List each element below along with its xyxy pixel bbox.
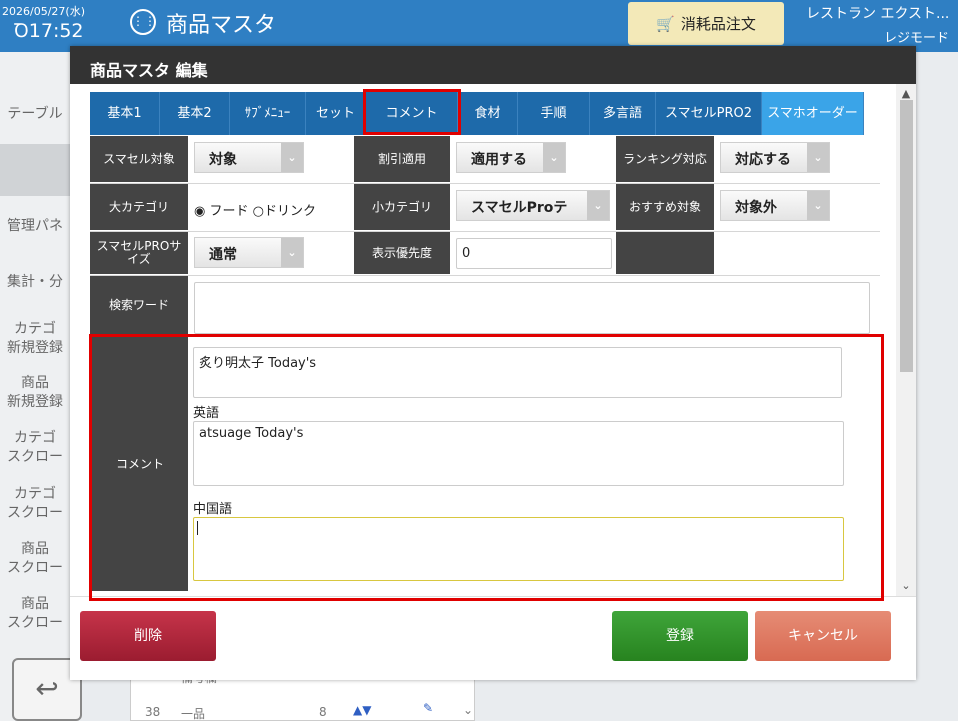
comment-chinese-input[interactable] (193, 517, 844, 581)
side-menu-category-scroll-1[interactable]: カテゴ (0, 428, 70, 449)
side-menu-spacer (0, 144, 70, 196)
ranking-value: 対応する (735, 152, 791, 168)
side-menu-category-scroll-3[interactable]: カテゴ (0, 484, 70, 505)
small-category-select[interactable]: スマセルProテ ⌄ (456, 190, 610, 221)
label-small-category: 小カテゴリ (354, 184, 450, 230)
tab-procedure[interactable]: 手順 (518, 92, 590, 135)
chevron-down-icon: ⌄ (807, 191, 829, 220)
comment-japanese-input[interactable]: 炙り明太子 Today's (193, 347, 842, 398)
chevron-down-icon: ⌄ (807, 143, 829, 172)
side-menu-product-scroll-4[interactable]: スクロー (0, 613, 70, 634)
chevron-down-icon: ⌄ (543, 143, 565, 172)
page-title: 商品マスタ (166, 13, 277, 38)
scrollbar-thumb[interactable] (900, 100, 913, 372)
label-search-word: 検索ワード (90, 276, 188, 334)
consumables-order-label: 消耗品注文 (680, 15, 756, 33)
side-menu-category-scroll-4[interactable]: スクロー (0, 503, 70, 524)
tab-basic2[interactable]: 基本2 (160, 92, 230, 135)
text-cursor (197, 521, 198, 535)
row-divider (90, 275, 880, 276)
english-label: 英語 (193, 406, 220, 421)
large-category-radio-group: ◉ フード ○ドリンク (194, 200, 316, 219)
discount-value: 適用する (471, 152, 527, 168)
empty-label-cell (616, 232, 714, 274)
label-ranking: ランキング対応 (616, 136, 714, 182)
radio-food-label: フード (209, 204, 249, 219)
small-category-value: スマセルProテ (471, 200, 568, 216)
ranking-select[interactable]: 対応する ⌄ (720, 142, 830, 173)
row-divider (90, 183, 880, 184)
tab-basic1[interactable]: 基本1 (90, 92, 160, 135)
label-large-category: 大カテゴリ (90, 184, 188, 230)
chevron-down-icon: ⌄ (281, 238, 303, 267)
side-menu-table[interactable]: テーブル (0, 104, 70, 125)
side-menu-category-new-2[interactable]: 新規登録 (0, 338, 70, 359)
side-menu-admin[interactable]: 管理パネ (0, 216, 70, 237)
table-row-count: 8 (319, 705, 327, 719)
search-word-input[interactable] (194, 282, 870, 334)
comment-english-input[interactable]: atsuage Today's (193, 421, 844, 486)
scroll-down-icon[interactable]: ⌄ (896, 576, 916, 596)
side-menu-product-scroll-1[interactable]: 商品 (0, 539, 70, 560)
save-button[interactable]: 登録 (612, 611, 748, 661)
smacell-size-value: 通常 (209, 247, 237, 263)
modal-title: 商品マスタ 編集 (70, 46, 916, 84)
side-menu-product-scroll-3[interactable]: 商品 (0, 594, 70, 615)
side-menu-report[interactable]: 集計・分 (0, 272, 70, 293)
cart-icon: 🛒 (656, 14, 675, 33)
chevron-down-icon: ⌄ (281, 143, 303, 172)
smacell-size-select[interactable]: 通常 ⌄ (194, 237, 304, 268)
tab-set[interactable]: セット (306, 92, 366, 135)
table-row-name: 一品 (181, 707, 206, 721)
row-divider (90, 231, 880, 232)
smacell-target-select[interactable]: 対象 ⌄ (194, 142, 304, 173)
side-menu-category-scroll-2[interactable]: スクロー (0, 447, 70, 468)
radio-food[interactable]: ◉ フード (194, 204, 249, 219)
side-menu-product-scroll-2[interactable]: スクロー (0, 558, 70, 579)
side-menu-product-new-1[interactable]: 商品 (0, 373, 70, 394)
table-row-no: 38 (145, 705, 161, 719)
register-mode: レジモード (884, 31, 950, 46)
chinese-label: 中国語 (193, 502, 233, 517)
consumables-order-button[interactable]: 🛒 消耗品注文 (628, 2, 784, 45)
time-display: Ꝺ17:52 (14, 20, 84, 42)
chevron-down-icon: ⌄ (587, 191, 609, 220)
tab-ingredients[interactable]: 食材 (458, 92, 518, 135)
side-menu-category-new-1[interactable]: カテゴ (0, 319, 70, 340)
modal-footer: 削除 登録 キャンセル (70, 596, 916, 680)
edit-icon[interactable]: ✎ (423, 701, 433, 715)
label-discount: 割引適用 (354, 136, 450, 182)
delete-button[interactable]: 削除 (80, 611, 216, 661)
label-smacell-size: スマセルPROサイズ (90, 232, 188, 274)
tab-submenu[interactable]: ｻﾌﾞﾒﾆｭｰ (230, 92, 306, 135)
chevron-down-icon[interactable]: ⌄ (463, 703, 473, 717)
label-comment: コメント (92, 337, 188, 591)
radio-drink-label: ドリンク (263, 204, 316, 219)
label-display-priority: 表示優先度 (354, 232, 450, 274)
cancel-button[interactable]: キャンセル (755, 611, 891, 661)
recommend-value: 対象外 (735, 200, 777, 216)
grid-circle-icon[interactable]: ⋮⋮ (130, 9, 156, 35)
smacell-target-value: 対象 (209, 152, 237, 168)
tab-multilingual[interactable]: 多言語 (590, 92, 656, 135)
discount-select[interactable]: 適用する ⌄ (456, 142, 566, 173)
tab-smartphone-order[interactable]: スマホオーダー (762, 92, 864, 135)
tab-smacell-pro2[interactable]: スマセルPRO2 (656, 92, 762, 135)
top-bar: 2026/05/27(水) Ꝺ17:52 ⋮⋮ 商品マスタ 🛒 消耗品注文 レス… (0, 0, 958, 52)
tab-comment[interactable]: コメント (366, 92, 458, 135)
modal-scrollbar[interactable]: ▲ ⌄ (896, 84, 916, 596)
store-name: レストラン エクスト... (806, 6, 950, 22)
radio-drink[interactable]: ○ドリンク (253, 204, 316, 219)
background-side-menu: テーブル 管理パネ 集計・分 カテゴ 新規登録 商品 新規登録 カテゴ スクロー… (0, 52, 70, 721)
display-priority-input[interactable]: 0 (456, 238, 612, 269)
label-recommend: おすすめ対象 (616, 184, 714, 230)
recommend-select[interactable]: 対象外 ⌄ (720, 190, 830, 221)
sort-arrows-icon[interactable]: ▲▼ (353, 703, 371, 717)
side-menu-product-new-2[interactable]: 新規登録 (0, 392, 70, 413)
label-smacell-target: スマセル対象 (90, 136, 188, 182)
